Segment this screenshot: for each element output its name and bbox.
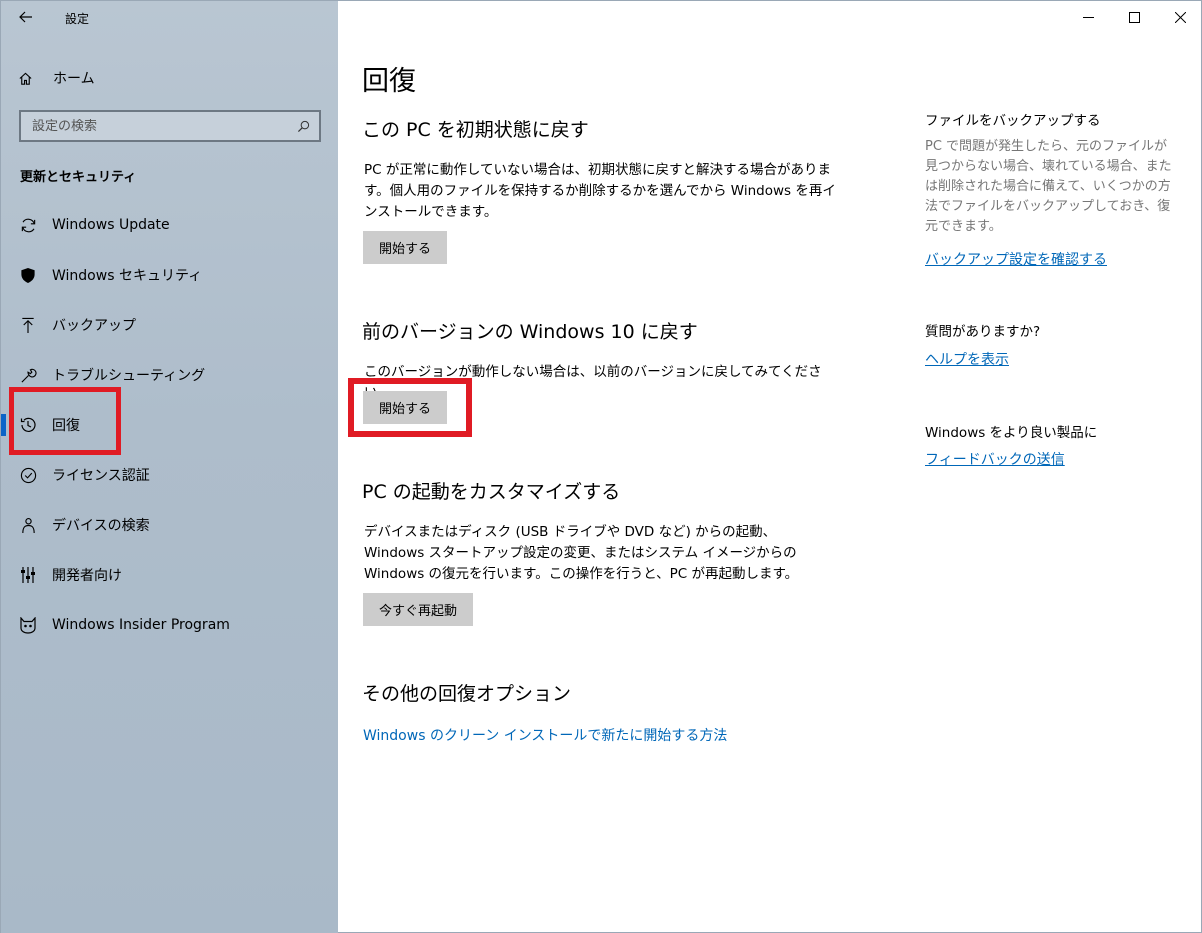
backup-description: PC で問題が発生したら、元のファイルが見つからない場合、壊れている場合、または… <box>925 139 1172 234</box>
sidebar-item-label: ライセンス認証 <box>52 468 150 484</box>
reset-start-button[interactable]: 開始する <box>363 231 448 264</box>
annotation-highlight-go-back-button <box>348 378 472 437</box>
main-content: 回復 この PC を初期状態に戻す PC が正常に動作していない場合は、初期状態… <box>338 1 1202 933</box>
sidebar-item-backup[interactable]: バックアップ <box>1 300 338 350</box>
upload-arrow-icon <box>18 315 38 335</box>
sidebar-item-for-developers[interactable]: 開発者向け <box>1 550 338 600</box>
search-icon[interactable] <box>291 114 315 138</box>
sidebar-item-label: トラブルシューティング <box>52 368 206 384</box>
go-back-heading: 前のバージョンの Windows 10 に戻す <box>362 321 698 343</box>
feedback-title: Windows をより良い製品に <box>925 425 1098 441</box>
clean-install-link[interactable]: Windows のクリーン インストールで新たに開始する方法 <box>363 725 727 745</box>
settings-search-box[interactable] <box>19 110 321 142</box>
back-arrow-icon <box>19 11 32 23</box>
sidebar-item-label: Windows Update <box>52 217 170 233</box>
get-help-link[interactable]: ヘルプを表示 <box>925 349 1009 369</box>
advanced-startup-description: デバイスまたはディスク (USB ドライブや DVD など) からの起動、Win… <box>364 524 799 582</box>
sidebar-item-label: Windows セキュリティ <box>52 268 203 284</box>
sidebar-item-activation[interactable]: ライセンス認証 <box>1 450 338 500</box>
sidebar-item-label: Windows Insider Program <box>52 617 230 633</box>
minimize-button[interactable] <box>1065 1 1111 33</box>
backup-title: ファイルをバックアップする <box>925 113 1101 129</box>
check-backup-settings-link[interactable]: バックアップ設定を確認する <box>925 249 1107 269</box>
app-title: 設定 <box>65 12 90 26</box>
wrench-icon <box>18 365 38 385</box>
title-bar: 設定 <box>1 1 338 35</box>
home-nav-item[interactable]: ホーム <box>15 63 325 93</box>
give-feedback-link[interactable]: フィードバックの送信 <box>925 449 1065 469</box>
help-title: 質問がありますか? <box>925 324 1041 340</box>
search-input[interactable] <box>32 118 291 134</box>
reset-description: PC が正常に動作していない場合は、初期状態に戻すと解決する場合があります。個人… <box>364 162 836 220</box>
home-label: ホーム <box>53 71 95 87</box>
person-location-icon <box>18 515 38 535</box>
sidebar-item-windows-security[interactable]: Windows セキュリティ <box>1 250 338 300</box>
section-heading: 更新とセキュリティ <box>20 170 137 185</box>
close-icon <box>1174 11 1186 23</box>
maximize-icon <box>1128 11 1140 23</box>
sync-icon <box>18 215 38 235</box>
maximize-button[interactable] <box>1111 1 1157 33</box>
reset-heading: この PC を初期状態に戻す <box>362 119 589 141</box>
back-button[interactable] <box>11 5 41 29</box>
restart-now-button[interactable]: 今すぐ再起動 <box>363 593 474 626</box>
sidebar-item-label: 開発者向け <box>52 568 122 584</box>
close-button[interactable] <box>1157 1 1202 33</box>
insider-cat-icon <box>18 615 38 635</box>
sidebar-item-label: バックアップ <box>52 318 136 334</box>
annotation-highlight-recovery <box>9 387 121 455</box>
sidebar-item-windows-update[interactable]: Windows Update <box>1 200 338 250</box>
settings-window: 設定 ホーム 更新とセキュリティ <box>0 0 1202 933</box>
sidebar: 設定 ホーム 更新とセキュリティ <box>1 1 338 933</box>
developer-sliders-icon <box>18 565 38 585</box>
sidebar-item-label: デバイスの検索 <box>52 518 150 534</box>
more-options-heading: その他の回復オプション <box>362 683 572 705</box>
home-icon <box>15 71 35 86</box>
advanced-startup-heading: PC の起動をカスタマイズする <box>362 481 621 503</box>
page-title: 回復 <box>362 66 416 97</box>
shield-icon <box>18 265 38 285</box>
sidebar-item-find-my-device[interactable]: デバイスの検索 <box>1 500 338 550</box>
window-controls <box>1065 1 1202 33</box>
minimize-icon <box>1082 16 1094 18</box>
check-circle-icon <box>18 465 38 485</box>
sidebar-item-windows-insider[interactable]: Windows Insider Program <box>1 600 338 650</box>
